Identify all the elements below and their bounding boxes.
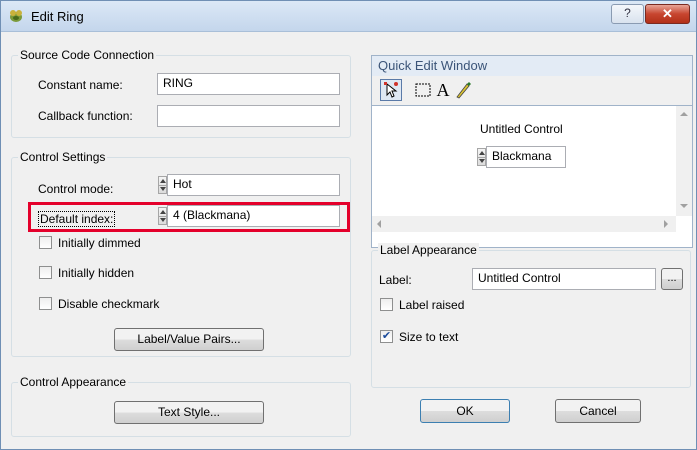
quick-edit-toolbar: A bbox=[372, 76, 692, 106]
close-icon: ✕ bbox=[662, 6, 673, 21]
dialog-content: Source Code Connection Constant name: RI… bbox=[9, 32, 693, 445]
quick-edit-canvas[interactable]: Untitled Control Blackmana bbox=[372, 106, 676, 216]
preview-control-label: Untitled Control bbox=[480, 122, 563, 136]
initially-hidden-label: Initially hidden bbox=[58, 266, 135, 280]
group-legend: Control Appearance bbox=[18, 375, 129, 389]
help-button[interactable]: ? bbox=[611, 4, 644, 24]
label-field[interactable]: Untitled Control bbox=[472, 268, 656, 290]
scroll-right-icon[interactable] bbox=[664, 220, 668, 228]
label-browse-button[interactable]: ... bbox=[661, 268, 683, 290]
disable-checkmark-label: Disable checkmark bbox=[58, 297, 160, 311]
scroll-down-icon[interactable] bbox=[680, 204, 688, 208]
horizontal-scrollbar[interactable] bbox=[372, 216, 676, 232]
size-to-text-checkbox[interactable]: ✔ bbox=[380, 330, 393, 343]
preview-ring-control[interactable]: Blackmana bbox=[486, 146, 566, 168]
operate-tool-icon[interactable] bbox=[380, 79, 402, 101]
group-legend: Source Code Connection bbox=[18, 48, 157, 62]
control-mode-label: Control mode: bbox=[38, 182, 114, 196]
label-raised-label: Label raised bbox=[399, 298, 465, 312]
control-mode-spinner[interactable] bbox=[158, 176, 167, 194]
cancel-button[interactable]: Cancel bbox=[555, 399, 641, 423]
app-icon bbox=[10, 10, 22, 22]
default-index-spinner[interactable] bbox=[158, 207, 167, 225]
default-index-label: Default index: bbox=[38, 211, 116, 227]
label-raised-checkbox[interactable] bbox=[380, 298, 393, 311]
title-bar[interactable]: Edit Ring ? ✕ bbox=[1, 1, 696, 32]
control-mode-field[interactable]: Hot bbox=[167, 174, 340, 196]
label-value-pairs-button[interactable]: Label/Value Pairs... bbox=[114, 328, 264, 351]
callback-function-label: Callback function: bbox=[38, 109, 133, 123]
vertical-scrollbar[interactable] bbox=[676, 106, 692, 216]
edit-ring-dialog: Edit Ring ? ✕ Source Code Connection Con… bbox=[0, 0, 697, 450]
initially-hidden-checkbox[interactable] bbox=[39, 266, 52, 279]
default-index-field[interactable]: 4 (Blackmana) bbox=[167, 205, 340, 227]
scroll-left-icon[interactable] bbox=[377, 220, 381, 228]
initially-dimmed-label: Initially dimmed bbox=[58, 236, 141, 250]
initially-dimmed-checkbox[interactable] bbox=[39, 236, 52, 249]
callback-function-field[interactable] bbox=[157, 105, 340, 127]
constant-name-label: Constant name: bbox=[38, 78, 123, 92]
disable-checkmark-checkbox[interactable] bbox=[39, 297, 52, 310]
quick-edit-window: Quick Edit Window A Untitled Control Bla… bbox=[371, 55, 693, 248]
text-style-button[interactable]: Text Style... bbox=[114, 401, 264, 424]
color-tool-icon[interactable] bbox=[452, 79, 474, 101]
window-title: Edit Ring bbox=[31, 9, 84, 24]
ok-button[interactable]: OK bbox=[420, 399, 510, 423]
close-button[interactable]: ✕ bbox=[645, 4, 690, 24]
select-tool-icon[interactable] bbox=[412, 79, 434, 101]
size-to-text-label: Size to text bbox=[399, 330, 459, 344]
label-field-label: Label: bbox=[379, 273, 412, 287]
group-legend: Control Settings bbox=[18, 150, 108, 164]
preview-ring-spinner[interactable] bbox=[477, 148, 486, 166]
text-tool-icon[interactable]: A bbox=[432, 79, 454, 101]
group-legend: Label Appearance bbox=[378, 243, 479, 257]
constant-name-field[interactable]: RING bbox=[157, 73, 340, 95]
quick-edit-title: Quick Edit Window bbox=[372, 56, 692, 76]
scroll-up-icon[interactable] bbox=[680, 112, 688, 116]
